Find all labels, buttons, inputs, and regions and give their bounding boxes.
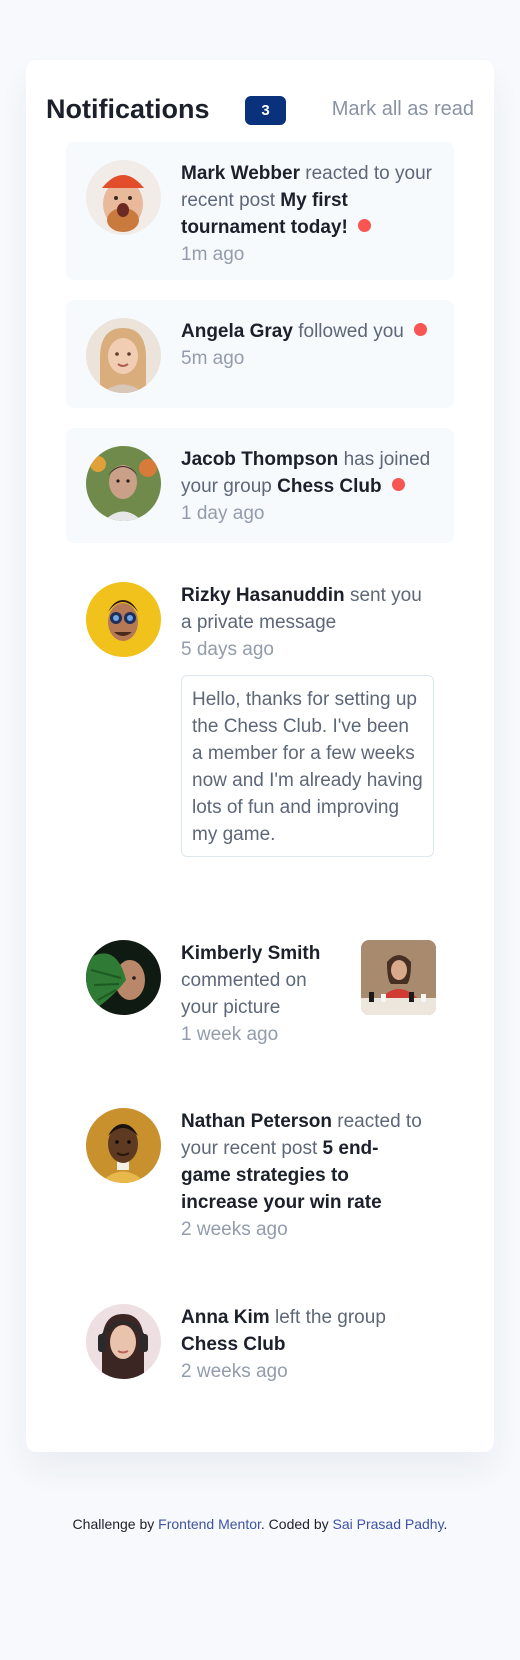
notification-text: Nathan Peterson reacted to your recent p… bbox=[181, 1108, 426, 1243]
attribution-footer: Challenge by Frontend Mentor. Coded by S… bbox=[60, 1514, 460, 1534]
timestamp: 1 day ago bbox=[181, 503, 265, 524]
avatar[interactable] bbox=[86, 940, 161, 1015]
notification-item[interactable]: Mark Webber reacted to your recent post … bbox=[66, 142, 454, 280]
frontend-mentor-link[interactable]: Frontend Mentor bbox=[158, 1516, 261, 1532]
notification-text: Angela Gray followed you 5m ago bbox=[181, 318, 436, 372]
notification-text: Anna Kim left the group Chess Club 2 wee… bbox=[181, 1304, 436, 1385]
attribution-prefix: Challenge by bbox=[72, 1516, 155, 1532]
notification-action: followed you bbox=[298, 321, 404, 342]
unread-count-badge: 3 bbox=[245, 96, 286, 125]
avatar[interactable] bbox=[86, 1304, 161, 1379]
user-name[interactable]: Jacob Thompson bbox=[181, 449, 338, 470]
notification-action: commented on your picture bbox=[181, 970, 307, 1018]
avatar-rizky-hasanuddin-icon bbox=[86, 582, 161, 657]
timestamp: 1 week ago bbox=[181, 1024, 279, 1045]
notification-text: Rizky Hasanuddin sent you a private mess… bbox=[181, 582, 436, 663]
avatar[interactable] bbox=[86, 582, 161, 657]
card-header: Notifications 3 Mark all as read bbox=[46, 84, 474, 134]
attribution-middle: . Coded by bbox=[260, 1516, 329, 1532]
group-link[interactable]: Chess Club bbox=[181, 1334, 286, 1355]
chess-photo-icon bbox=[361, 940, 436, 1015]
timestamp: 1m ago bbox=[181, 244, 245, 265]
notification-text: Mark Webber reacted to your recent post … bbox=[181, 160, 436, 268]
unread-dot-icon bbox=[413, 323, 427, 336]
notification-item[interactable]: Angela Gray followed you 5m ago bbox=[66, 300, 454, 408]
user-name[interactable]: Anna Kim bbox=[181, 1307, 270, 1328]
timestamp: 5m ago bbox=[181, 348, 245, 369]
timestamp: 2 weeks ago bbox=[181, 1219, 288, 1240]
notification-action: left the group bbox=[274, 1307, 386, 1328]
avatar-nathan-peterson-icon bbox=[86, 1108, 161, 1183]
avatar-kimberly-smith-icon bbox=[86, 940, 161, 1015]
avatar-jacob-thompson-icon bbox=[86, 446, 161, 521]
notification-item[interactable]: Jacob Thompson has joined your group Che… bbox=[66, 428, 454, 543]
notification-item[interactable]: Rizky Hasanuddin sent you a private mess… bbox=[66, 564, 454, 904]
page-title: Notifications bbox=[46, 94, 210, 124]
user-name[interactable]: Rizky Hasanuddin bbox=[181, 585, 345, 606]
timestamp: 5 days ago bbox=[181, 639, 274, 660]
timestamp: 2 weeks ago bbox=[181, 1361, 288, 1382]
notification-item[interactable]: Nathan Peterson reacted to your recent p… bbox=[66, 1090, 454, 1260]
mark-all-as-read-button[interactable]: Mark all as read bbox=[332, 84, 474, 134]
user-name[interactable]: Mark Webber bbox=[181, 163, 300, 184]
group-link[interactable]: Chess Club bbox=[277, 476, 382, 497]
avatar-angela-gray-icon bbox=[86, 318, 161, 393]
notification-text: Jacob Thompson has joined your group Che… bbox=[181, 446, 436, 527]
avatar[interactable] bbox=[86, 160, 161, 235]
avatar-anna-kim-icon bbox=[86, 1304, 161, 1379]
unread-dot-icon bbox=[391, 478, 405, 491]
notifications-card: Notifications 3 Mark all as read Mark We… bbox=[26, 60, 494, 1452]
avatar[interactable] bbox=[86, 446, 161, 521]
commented-picture[interactable] bbox=[361, 940, 436, 1015]
user-name[interactable]: Angela Gray bbox=[181, 321, 293, 342]
attribution-suffix: . bbox=[443, 1516, 448, 1532]
notification-text: Kimberly Smith commented on your picture… bbox=[181, 940, 331, 1048]
avatar[interactable] bbox=[86, 1108, 161, 1183]
notification-item[interactable]: Anna Kim left the group Chess Club 2 wee… bbox=[66, 1286, 454, 1406]
avatar-mark-webber-icon bbox=[86, 160, 161, 235]
notification-item[interactable]: Kimberly Smith commented on your picture… bbox=[66, 922, 454, 1064]
unread-dot-icon bbox=[357, 219, 371, 232]
user-name[interactable]: Nathan Peterson bbox=[181, 1111, 332, 1132]
private-message-box[interactable]: Hello, thanks for setting up the Chess C… bbox=[181, 675, 434, 857]
user-name[interactable]: Kimberly Smith bbox=[181, 943, 320, 964]
avatar[interactable] bbox=[86, 318, 161, 393]
author-link[interactable]: Sai Prasad Padhy bbox=[333, 1516, 444, 1532]
